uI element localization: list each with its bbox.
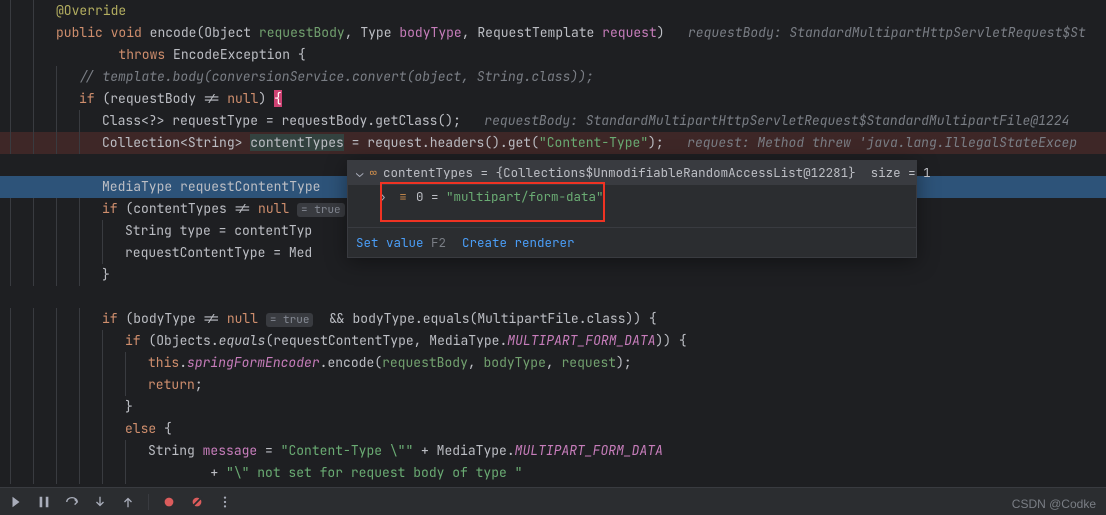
param: requestBody [259,24,345,41]
var-highlighted: contentTypes [250,134,344,151]
eq: = [473,164,496,181]
trunc: Med [289,244,312,261]
type-object: Object [204,24,251,41]
var: requestContentType [180,178,320,195]
chevron-right-icon[interactable]: › [376,185,390,209]
type: RequestTemplate [477,24,594,41]
keyword-return: return [148,376,195,393]
var: request [367,134,422,151]
arg: bodyType [483,354,545,371]
inline-value-hint: = true [297,203,345,217]
step-out-icon[interactable] [120,494,136,510]
type: String [148,442,195,459]
debug-toolbar [0,487,1106,515]
keyword-this: this [148,354,179,371]
set-value-link[interactable]: Set value [356,234,424,251]
keyword-if: if [79,90,95,107]
more-icon[interactable] [217,494,233,510]
popup-index-value: "multipart/form-data" [446,188,604,205]
var: contentTypes [133,200,227,217]
caret: { [274,90,282,107]
popup-index: 0 [416,188,424,205]
chevron-down-icon[interactable]: ⌄ [356,161,364,185]
method-call: equals [219,332,266,349]
popup-var-value: {Collections$UnmodifiableRandomAccessLis… [496,164,931,181]
keyword-else: else [125,420,156,437]
method-call: encode [327,354,374,371]
param: request [602,24,657,41]
mute-breakpoints-icon[interactable] [189,494,205,510]
type: MediaType [437,442,507,459]
step-over-icon[interactable] [64,494,80,510]
var: message [203,442,258,459]
keyword-null: null [258,200,289,217]
keyword-if: if [125,332,141,349]
var: requestContentType [125,244,265,261]
create-renderer-link[interactable]: Create renderer [462,234,575,251]
var: type [180,222,211,239]
type: MediaType [429,332,499,349]
popup-footer: Set value F2 Create renderer [348,227,916,257]
string-literal: "Content-Type" [539,134,648,151]
popup-header-row[interactable]: ⌄ ∞ contentTypes = {Collections$Unmodifi… [348,161,916,185]
string-literal: "\" not set for request body of type " [226,464,522,481]
popup-item-row[interactable]: › ≡ 0 = "multipart/form-data" [348,185,916,209]
shortcut-hint: F2 [431,234,446,251]
inline-hint: requestBody: StandardMultipartHttpServle… [688,24,1086,41]
constant: MULTIPART_FORM_DATA [507,332,655,349]
keyword-if: if [102,310,118,327]
pause-icon[interactable] [36,494,52,510]
var: bodyType [352,310,414,327]
wildcard: <?> [141,112,164,129]
type: String [188,134,235,151]
inline-value-hint: = true [266,313,314,327]
view-breakpoints-icon[interactable] [161,494,177,510]
keyword-null: null [227,310,258,327]
keyword-void: void [111,24,142,41]
type: MultipartFile [477,310,578,327]
var: requestBody [281,112,367,129]
debugger-value-popup[interactable]: ⌄ ∞ contentTypes = {Collections$Unmodifi… [347,160,917,258]
class-literal: .class [579,310,626,327]
annotation: @Override [56,2,126,19]
keyword-public: public [56,24,103,41]
keyword-throws: throws [118,46,165,63]
var: requestType [172,112,258,129]
separator [148,494,149,510]
arg: request [562,354,617,371]
param: bodyType [399,24,461,41]
method-call: get [508,134,531,151]
op: + [413,442,436,459]
constant: MULTIPART_FORM_DATA [515,442,663,459]
infinity-icon: ∞ [370,161,378,185]
var: requestBody [110,90,196,107]
type: Type [360,24,391,41]
exception-type: EncodeException [173,46,290,63]
list-index-icon: ≡ [396,185,410,209]
inline-hint: request: Method threw 'java.lang.Illegal… [687,134,1077,151]
string-literal: "Content-Type \"" [281,442,414,459]
watermark: CSDN @Codke [1012,497,1096,511]
field: springFormEncoder [187,354,320,371]
resume-icon[interactable] [8,494,24,510]
step-into-icon[interactable] [92,494,108,510]
var-trunc: contentTyp [234,222,312,239]
type: String [125,222,172,239]
type: Objects [156,332,211,349]
method-call: getClass [375,112,437,129]
type-class: Class [102,112,141,129]
inline-hint: requestBody: StandardMultipartHttpServle… [484,112,1069,129]
keyword-null: null [227,90,258,107]
method-call: headers [430,134,485,151]
method-name: encode [150,24,197,41]
comment: // template.body(conversionService.conve… [79,68,594,85]
keyword-if: if [102,200,118,217]
type: Collection [102,134,180,151]
type: MediaType [102,178,172,195]
var: requestContentType [273,332,413,349]
method-call: equals [423,310,470,327]
var: bodyType [133,310,195,327]
arg: requestBody [382,354,468,371]
popup-var-name: contentTypes [383,164,473,181]
